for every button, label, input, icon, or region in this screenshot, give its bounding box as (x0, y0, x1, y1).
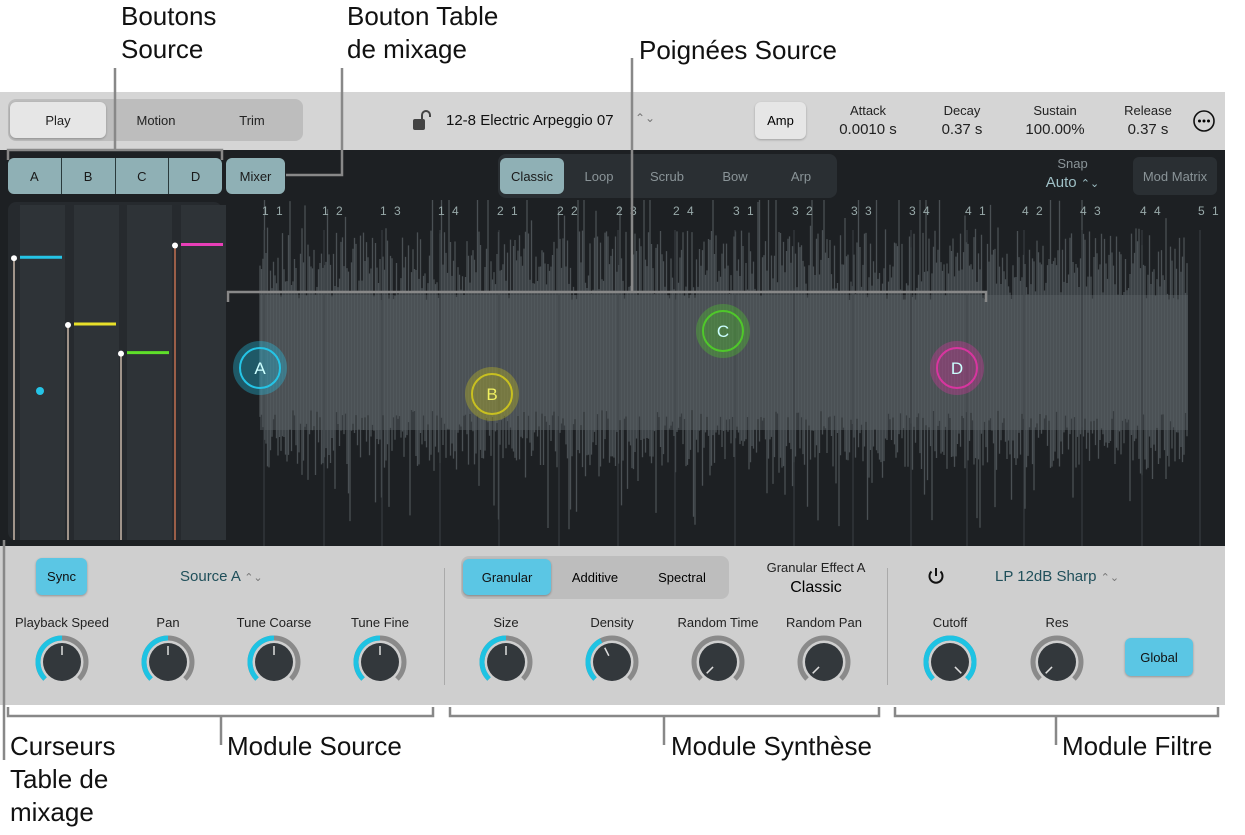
callout-line (286, 68, 344, 177)
callout-line (893, 707, 1220, 718)
callout-lines (2, 58, 1220, 760)
callout-line (448, 707, 881, 718)
callout-line (6, 707, 435, 718)
callout-line (226, 290, 988, 302)
callout-line (6, 148, 224, 160)
